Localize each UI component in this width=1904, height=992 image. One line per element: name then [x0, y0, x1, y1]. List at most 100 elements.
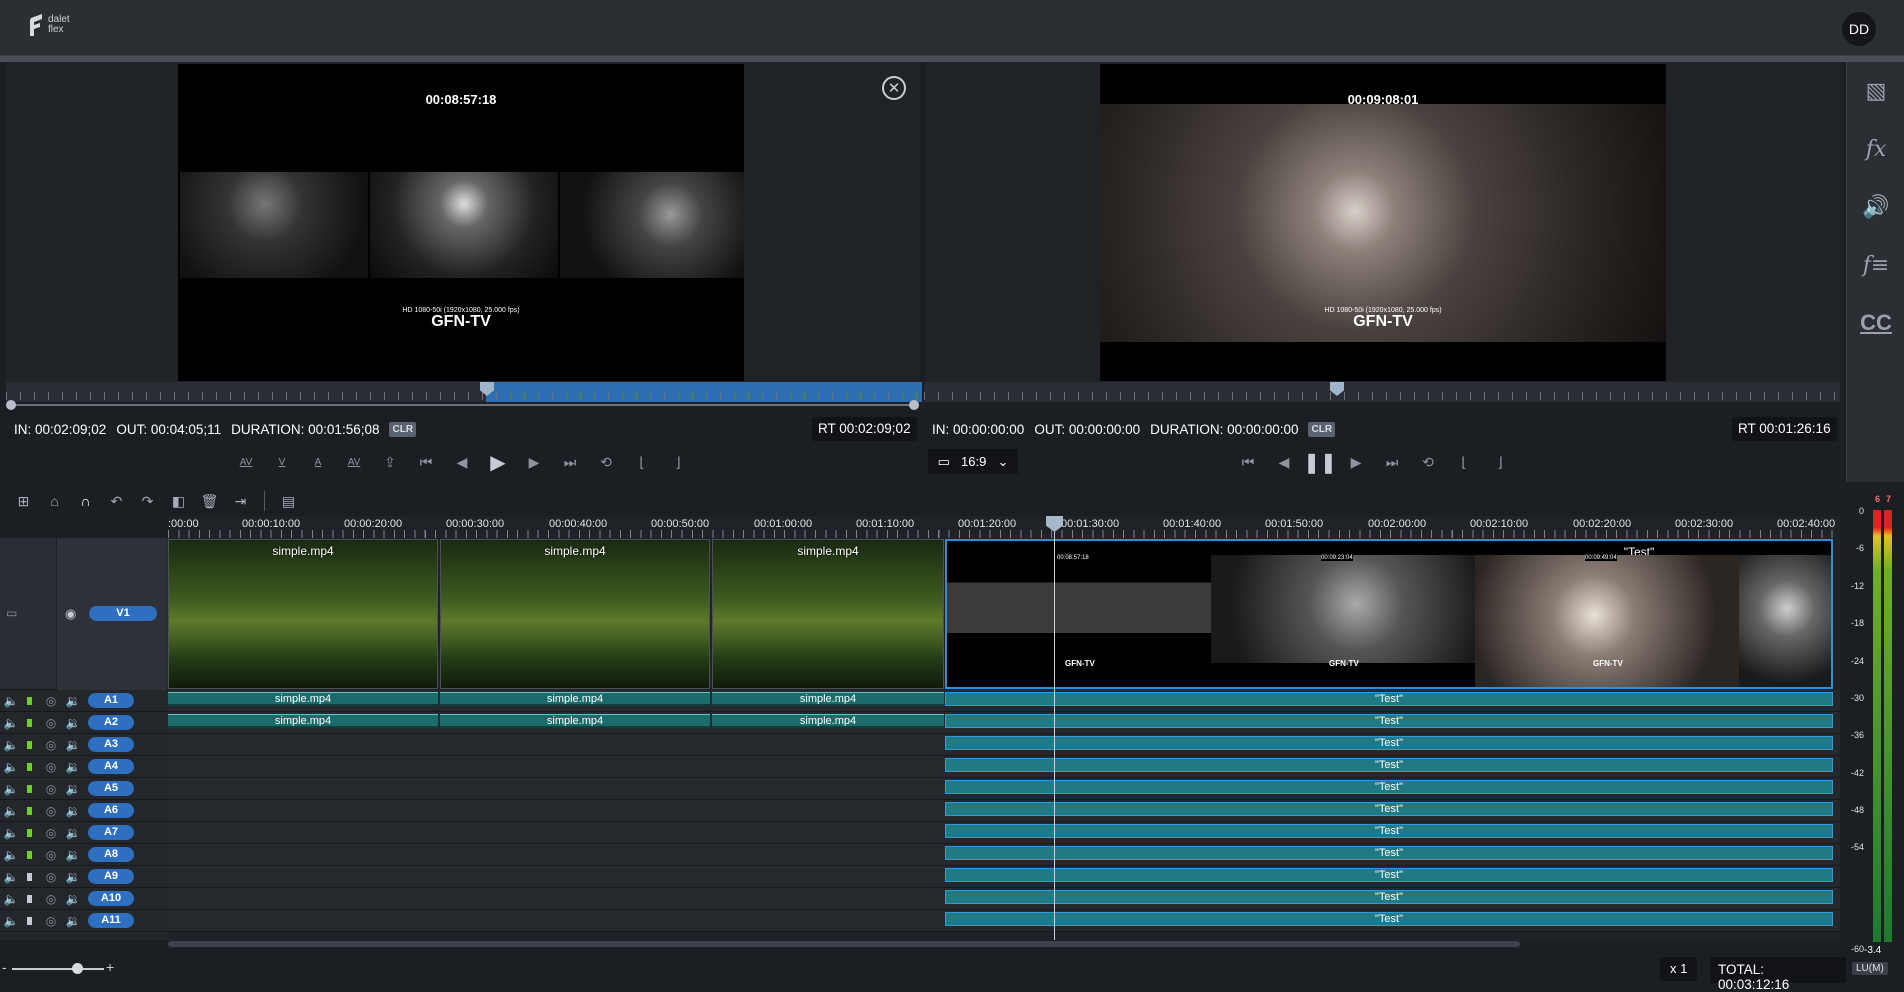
cc-icon[interactable]: CC	[1847, 294, 1904, 352]
program-go-to-end-icon[interactable]: ⏭	[1374, 450, 1410, 474]
speaker-icon[interactable]: 🔈	[0, 826, 22, 840]
split-icon[interactable]: ◧	[163, 486, 194, 516]
solo-icon[interactable]: ◎	[40, 760, 62, 774]
audio-clip-test[interactable]: "Test"	[945, 890, 1833, 904]
source-range-start-handle[interactable]	[6, 400, 16, 410]
track-enable-indicator[interactable]	[27, 740, 32, 749]
solo-icon[interactable]: ◎	[40, 694, 62, 708]
track-enable-indicator[interactable]	[27, 828, 32, 837]
speaker-icon[interactable]: 🔈	[0, 870, 22, 884]
audio-clip[interactable]: simple.mp4	[168, 714, 438, 728]
speaker-icon[interactable]: 🔈	[0, 914, 22, 928]
mute-icon[interactable]: 🔉	[62, 892, 84, 906]
mark-in-icon[interactable]: ⌊	[624, 450, 660, 474]
speaker-icon[interactable]: 🔈	[0, 848, 22, 862]
video-clip[interactable]: simple.mp4	[440, 539, 710, 689]
insert-v-button[interactable]: V	[264, 450, 300, 474]
audio-clip[interactable]: simple.mp4	[712, 714, 944, 728]
program-clear-button[interactable]: CLR	[1308, 421, 1336, 437]
program-loop-icon[interactable]: ⟲	[1410, 450, 1446, 474]
track-label[interactable]: A5	[88, 781, 134, 796]
track-label[interactable]: A3	[88, 737, 134, 752]
insert-av-button[interactable]: AV	[228, 450, 264, 474]
go-to-start-icon[interactable]: ⏮	[408, 450, 444, 474]
audio-clip[interactable]: simple.mp4	[712, 692, 944, 706]
source-in[interactable]: IN: 00:02:09;02	[14, 422, 106, 437]
program-in[interactable]: IN: 00:00:00:00	[932, 422, 1024, 437]
mute-icon[interactable]: 🔉	[62, 848, 84, 862]
audio-clip[interactable]: simple.mp4	[440, 692, 710, 706]
mute-icon[interactable]: 🔉	[62, 914, 84, 928]
track-label[interactable]: A2	[88, 715, 134, 730]
mute-icon[interactable]: 🔉	[62, 694, 84, 708]
solo-icon[interactable]: ◎	[40, 782, 62, 796]
source-video-frame[interactable]: 00:08:57:18 HD 1080-50i (1920x1080, 25.0…	[178, 64, 744, 381]
track-label[interactable]: A7	[88, 825, 134, 840]
mark-out-icon[interactable]: ⌋	[660, 450, 696, 474]
track-label[interactable]: A4	[88, 759, 134, 774]
audio-clip-test[interactable]: "Test"	[945, 824, 1833, 838]
insert-a-button[interactable]: A	[300, 450, 336, 474]
track-enable-indicator[interactable]	[27, 872, 32, 881]
solo-icon[interactable]: ◎	[40, 848, 62, 862]
step-back-icon[interactable]: ◀︎	[444, 450, 480, 474]
program-video-frame[interactable]: 00:09:08:01 HD 1080-50i (1920x1080, 25.0…	[1100, 64, 1666, 381]
fx-list-icon[interactable]: f≡	[1847, 236, 1904, 294]
program-mark-out-icon[interactable]: ⌋	[1482, 450, 1518, 474]
solo-icon[interactable]: ◎	[40, 716, 62, 730]
track-enable-indicator[interactable]	[27, 784, 32, 793]
track-label-v1[interactable]: V1	[89, 606, 157, 621]
mute-icon[interactable]: 🔉	[62, 870, 84, 884]
source-out[interactable]: OUT: 00:04:05;11	[116, 422, 221, 437]
source-range-rail[interactable]	[8, 404, 914, 406]
speaker-icon[interactable]: 🔈	[0, 804, 22, 818]
mute-icon[interactable]: 🔉	[62, 716, 84, 730]
lift-icon[interactable]: ⌂	[39, 486, 70, 516]
speaker-icon[interactable]: 🔈	[0, 694, 22, 708]
track-layout-icon[interactable]: ▤	[273, 486, 304, 516]
track-label[interactable]: A1	[88, 693, 134, 708]
source-clear-button[interactable]: CLR	[389, 421, 417, 437]
mute-icon[interactable]: 🔉	[62, 782, 84, 796]
track-enable-indicator[interactable]	[27, 718, 32, 727]
speaker-icon[interactable]: 🔈	[0, 782, 22, 796]
program-step-back-icon[interactable]: ◀︎	[1266, 450, 1302, 474]
program-go-to-start-icon[interactable]: ⏮	[1230, 450, 1266, 474]
program-step-forward-icon[interactable]: ▶︎	[1338, 450, 1374, 474]
track-enable-indicator[interactable]	[27, 894, 32, 903]
audio-clip-test[interactable]: "Test"	[945, 692, 1833, 706]
track-enable-indicator[interactable]	[27, 916, 32, 925]
track-enable-indicator[interactable]	[27, 696, 32, 705]
track-enable-indicator[interactable]	[27, 806, 32, 815]
subtitle-icon[interactable]: ▭	[6, 606, 17, 620]
track-label[interactable]: A9	[88, 869, 134, 884]
snap-magnet-icon[interactable]: ∩	[70, 486, 101, 516]
video-clip[interactable]: simple.mp4	[168, 539, 438, 689]
video-clip-test[interactable]: "Test" 00:08:57:18 00:09:23:04 00:09:49:…	[945, 539, 1833, 689]
speaker-icon[interactable]: 🔈	[0, 892, 22, 906]
solo-icon[interactable]: ◎	[40, 738, 62, 752]
speaker-icon[interactable]: 🔈	[0, 716, 22, 730]
overwrite-av-button[interactable]: AV	[336, 450, 372, 474]
audio-clip-test[interactable]: "Test"	[945, 912, 1833, 926]
audio-clip-test[interactable]: "Test"	[945, 846, 1833, 860]
logo[interactable]: dalet flex	[28, 14, 70, 36]
audio-clip[interactable]: simple.mp4	[440, 714, 710, 728]
zoom-slider-handle[interactable]	[72, 963, 83, 974]
loop-icon[interactable]: ⟲	[588, 450, 624, 474]
track-enable-indicator[interactable]	[27, 850, 32, 859]
audio-clip-test[interactable]: "Test"	[945, 780, 1833, 794]
timeline-scrollbar[interactable]	[168, 941, 1520, 947]
audio-clip-test[interactable]: "Test"	[945, 758, 1833, 772]
user-avatar[interactable]: DD	[1842, 12, 1876, 46]
audio-clip-test[interactable]: "Test"	[945, 802, 1833, 816]
source-scrub-bar[interactable]	[6, 382, 922, 402]
zoom-out-button[interactable]: -	[2, 959, 7, 975]
redo-icon[interactable]: ↷	[132, 486, 163, 516]
export-icon[interactable]: ⇪	[372, 450, 408, 474]
ripple-icon[interactable]: ⇥	[225, 486, 256, 516]
audio-clip-test[interactable]: "Test"	[945, 736, 1833, 750]
eye-icon[interactable]: ◉	[65, 606, 76, 622]
speaker-icon[interactable]: 🔈	[0, 760, 22, 774]
speaker-icon[interactable]: 🔈	[0, 738, 22, 752]
